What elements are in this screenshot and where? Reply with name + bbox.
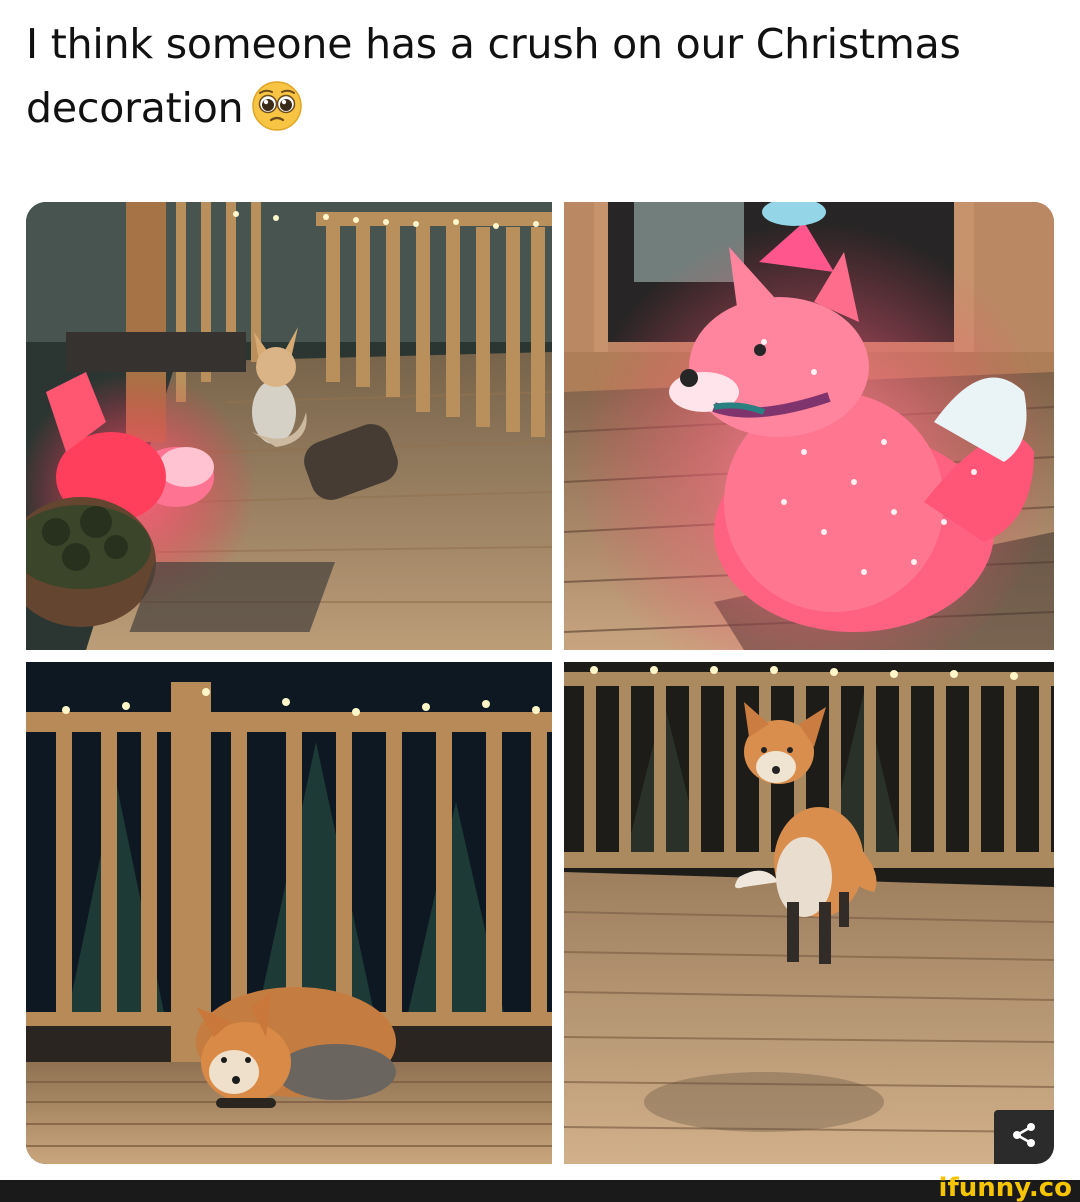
footer-bar: ifunny.co (0, 1174, 1080, 1202)
photo-fox-standing-on-deck (564, 662, 1054, 1164)
ifunny-watermark[interactable]: ifunny.co (939, 1174, 1072, 1202)
photo-fox-curled-on-deck (26, 662, 552, 1164)
photo-fox-near-glowing-decoration (26, 202, 552, 650)
photo-collage (26, 202, 1054, 1164)
pleading-face-emoji-icon (251, 80, 303, 132)
caption-text: I think someone has a crush on our Chris… (26, 20, 961, 132)
photo-glowing-fox-decoration (564, 202, 1054, 650)
post-caption: I think someone has a crush on our Chris… (26, 12, 1056, 140)
share-icon (1009, 1120, 1039, 1155)
share-button[interactable] (994, 1110, 1054, 1164)
